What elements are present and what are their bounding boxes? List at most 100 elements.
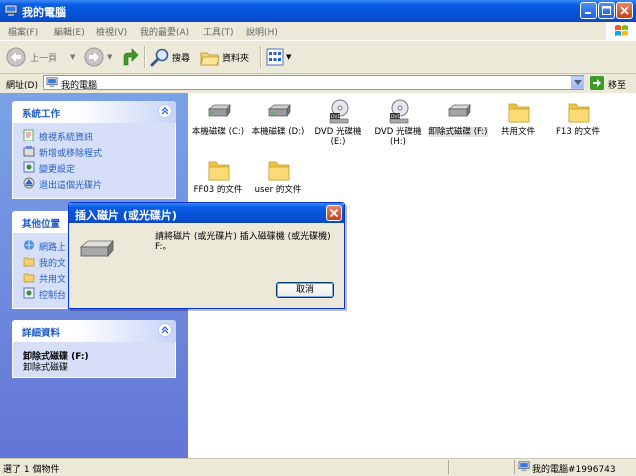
item-label: user 的文件: [254, 185, 302, 195]
removable-disk-icon: [79, 239, 114, 258]
folder-item-shared[interactable]: 共用文件: [488, 97, 548, 153]
other-places-title: 其他位置: [22, 219, 61, 230]
chevron-up-icon: [161, 326, 169, 334]
toolbar: 上一頁 ▼ ▼ 搜尋 資料夾 ▼: [0, 41, 636, 74]
window-title-bar[interactable]: 我的電腦: [0, 0, 636, 22]
control-panel-icon: [23, 287, 35, 299]
forward-arrow-icon[interactable]: [84, 47, 104, 67]
address-input[interactable]: 我的電腦: [43, 75, 584, 91]
details-panel: 卸除式磁碟 (F:) 卸除式磁碟: [12, 342, 176, 378]
item-label: DVD 光碟機 (E:): [314, 127, 362, 147]
close-button[interactable]: [616, 2, 633, 19]
system-tasks-title: 系統工作: [22, 109, 61, 120]
up-folder-icon[interactable]: [122, 47, 140, 67]
collapse-button[interactable]: [158, 104, 172, 118]
control-panel-icon: [23, 161, 35, 173]
system-tasks-header[interactable]: 系統工作: [12, 101, 176, 123]
details-title: 詳細資料: [22, 328, 61, 339]
removable-disk-icon: [448, 103, 471, 118]
chevron-down-icon: [574, 80, 582, 85]
details-header[interactable]: 詳細資料: [12, 320, 176, 342]
menu-bar: 檔案(F) 編輯(E) 檢視(V) 我的最愛(A) 工具(T) 說明(H): [0, 22, 636, 41]
folder-icon: [23, 273, 35, 283]
status-selection: 選了 1 個物件: [3, 465, 60, 475]
drive-item-h[interactable]: DVD DVD 光碟機 (H:): [368, 97, 428, 153]
item-label: 本機磁碟 (D:): [251, 127, 305, 137]
my-computer-icon: [46, 77, 58, 88]
dialog-title-bar[interactable]: 插入磁片 (或光碟片): [69, 203, 344, 223]
windows-flag-icon: [615, 25, 628, 36]
folder-icon: [268, 161, 290, 181]
back-dropdown-icon[interactable]: ▼: [70, 53, 75, 61]
menu-view[interactable]: 檢視(V): [96, 25, 127, 38]
menu-help[interactable]: 說明(H): [246, 25, 278, 38]
cancel-button[interactable]: 取消: [276, 282, 334, 298]
folders-button[interactable]: 資料夾: [200, 46, 256, 68]
forward-dropdown-icon[interactable]: ▼: [107, 53, 112, 61]
add-remove-programs-icon: [23, 146, 35, 157]
go-button[interactable]: 移至: [590, 75, 634, 91]
close-icon: [620, 6, 629, 15]
my-documents-icon: [23, 257, 35, 267]
item-label: DVD 光碟機 (H:): [374, 127, 422, 147]
my-computer-icon: [518, 461, 530, 472]
dvd-drive-icon: DVD: [329, 99, 349, 124]
dialog-message: 請將磁片 (或光碟片) 插入磁碟機 (或光碟機) F:。: [155, 232, 331, 252]
chevron-up-icon: [161, 107, 169, 115]
status-bar: 選了 1 個物件 我的電腦#1996743: [0, 458, 636, 476]
maximize-icon: [602, 6, 611, 15]
back-label: 上一頁: [30, 54, 58, 64]
dialog-title: 插入磁片 (或光碟片): [75, 209, 177, 222]
system-tasks-panel: 檢視系統資訊 新增或移除程式 變更設定 退出這個光碟片: [12, 123, 176, 199]
folder-icon: [508, 103, 530, 123]
search-label: 搜尋: [172, 54, 191, 64]
search-icon: [150, 48, 169, 67]
address-dropdown-button[interactable]: [571, 76, 584, 89]
windows-logo: [606, 22, 636, 40]
views-dropdown-icon: ▼: [286, 53, 292, 61]
eject-disc-icon: [23, 177, 35, 189]
address-value: 我的電腦: [61, 81, 98, 91]
dialog-close-button[interactable]: [326, 205, 342, 221]
my-computer-icon: [4, 4, 18, 16]
minimize-button[interactable]: [580, 2, 597, 19]
views-button[interactable]: ▼: [266, 47, 294, 67]
status-location: 我的電腦#1996743: [532, 465, 616, 475]
item-label: 本機磁碟 (C:): [191, 127, 245, 137]
network-icon: [24, 240, 34, 250]
search-button[interactable]: 搜尋: [150, 46, 196, 68]
hard-drive-icon: [208, 103, 231, 118]
drive-item-d[interactable]: 本機磁碟 (D:): [248, 97, 308, 153]
menu-favorites[interactable]: 我的最愛(A): [140, 25, 189, 38]
maximize-button[interactable]: [598, 2, 615, 19]
go-label: 移至: [608, 81, 627, 91]
item-label: FF03 的文件: [193, 185, 243, 195]
drive-item-c[interactable]: 本機磁碟 (C:): [188, 97, 248, 153]
folder-icon: [208, 161, 230, 181]
item-label: F13 的文件: [556, 127, 600, 137]
views-icon: [266, 48, 284, 66]
menu-file[interactable]: 檔案(F): [8, 25, 38, 38]
details-type: 卸除式磁碟: [23, 363, 69, 373]
window-title: 我的電腦: [22, 6, 66, 19]
drive-item-f[interactable]: 卸除式磁碟 (F:): [428, 97, 488, 153]
address-label: 網址(D): [6, 81, 38, 91]
go-arrow-icon: [590, 76, 604, 90]
menu-tools[interactable]: 工具(T): [203, 25, 234, 38]
back-arrow-icon: [6, 47, 26, 67]
address-bar: 網址(D) 我的電腦 移至: [0, 74, 636, 94]
folders-label: 資料夾: [222, 54, 250, 64]
item-label: 卸除式磁碟 (F:): [428, 127, 488, 137]
folder-icon: [568, 103, 590, 123]
system-info-icon: [23, 129, 34, 141]
back-button[interactable]: 上一頁: [6, 46, 66, 68]
close-icon: [329, 208, 339, 218]
collapse-button[interactable]: [158, 323, 172, 337]
menu-edit[interactable]: 編輯(E): [54, 25, 85, 38]
dvd-drive-icon: DVD: [389, 99, 409, 124]
folder-item-f13[interactable]: F13 的文件: [548, 97, 608, 153]
minimize-icon: [585, 12, 591, 14]
item-label: 共用文件: [500, 127, 535, 137]
insert-disk-dialog: 插入磁片 (或光碟片) 請將磁片 (或光碟片) 插入磁碟機 (或光碟機) F:。…: [68, 202, 345, 309]
drive-item-e[interactable]: DVD DVD 光碟機 (E:): [308, 97, 368, 153]
